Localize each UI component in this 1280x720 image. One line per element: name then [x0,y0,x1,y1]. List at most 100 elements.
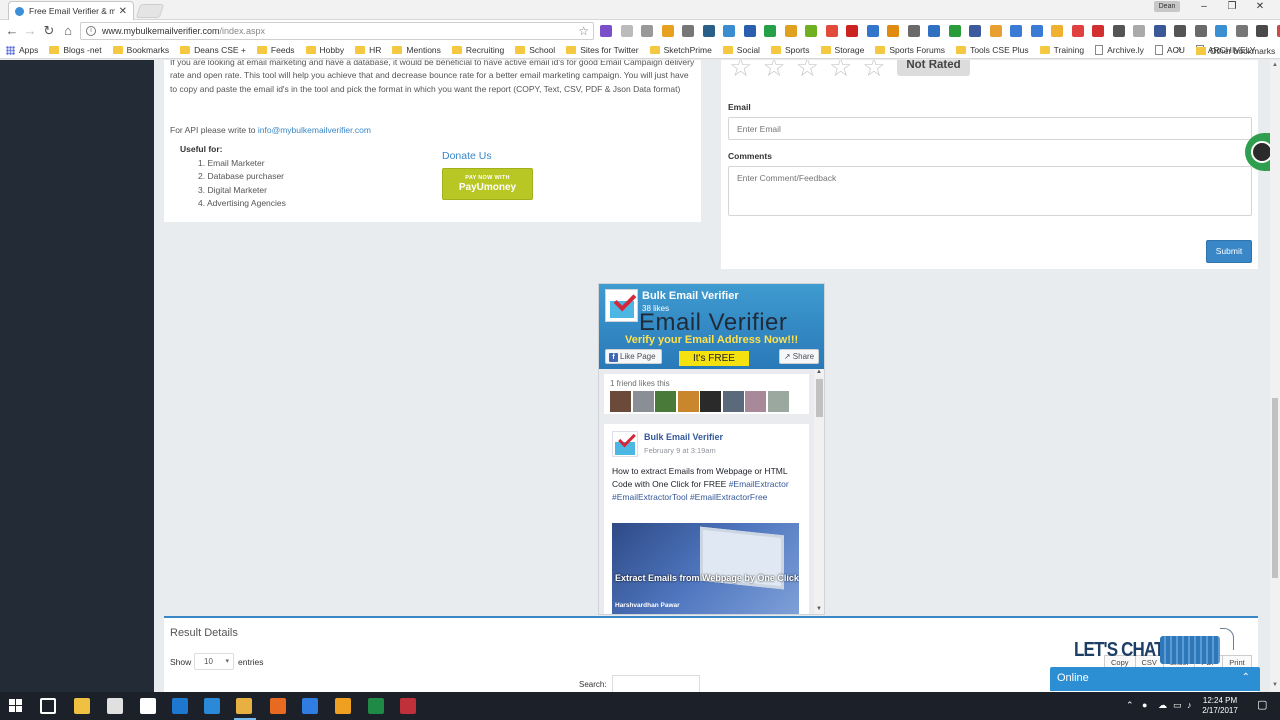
page-scroll-down-icon[interactable]: ▼ [1272,682,1278,688]
email-field[interactable] [728,117,1252,140]
tray-overflow-chevron-icon[interactable]: ⌃ [1126,700,1134,711]
rating-star-icon[interactable]: ☆ [762,60,785,80]
extension-icon[interactable] [948,25,961,37]
rating-star-icon[interactable]: ☆ [729,60,752,80]
close-window-icon[interactable]: ✕ [1250,1,1270,12]
bookmark-item[interactable]: SketchPrime [649,45,712,55]
facebook-widget-scrollbar[interactable]: ▲ ▼ [814,369,824,614]
extension-icon[interactable] [887,25,899,37]
friend-avatar[interactable] [677,391,699,412]
scrollbar-thumb[interactable] [816,379,823,417]
results-search-input[interactable] [612,675,700,692]
entries-per-page-select[interactable]: 10 [194,653,234,670]
extension-icon[interactable] [907,25,920,37]
taskbar-app-icon[interactable] [335,698,351,714]
taskbar-app-icon[interactable] [204,698,220,714]
api-contact-email-link[interactable]: info@mybulkemailverifier.com [258,125,371,135]
taskbar-app-icon[interactable] [400,698,416,714]
friend-avatar[interactable] [767,391,789,412]
facebook-page-name[interactable]: Bulk Email Verifier [642,290,739,302]
bookmark-item[interactable]: Training [1039,45,1084,55]
bookmark-item[interactable]: Apps [6,45,38,55]
extension-icon[interactable] [805,25,817,37]
other-bookmarks-folder[interactable]: Other bookmarks [1196,42,1275,59]
page-scrollbar-thumb[interactable] [1272,398,1278,578]
bookmark-star-icon[interactable]: ☆ [578,24,589,38]
extension-icon[interactable] [1256,25,1268,37]
extension-icon[interactable] [1276,25,1280,37]
post-timestamp[interactable]: February 9 at 3:19am [644,446,716,455]
bookmark-item[interactable]: Tools CSE Plus [956,45,1029,55]
page-scroll-up-icon[interactable]: ▲ [1272,62,1278,68]
friend-avatar[interactable] [745,391,766,412]
site-info-icon[interactable]: i [86,26,96,36]
task-view-icon[interactable] [40,698,56,714]
reload-icon[interactable]: ↻ [41,23,57,39]
post-image[interactable]: Extract Emails from Webpage by One Click… [612,523,799,614]
address-bar[interactable]: i www.mybulkemailverifier.com/index.aspx… [80,22,594,40]
bookmark-item[interactable]: Recruiting [451,45,504,55]
submit-feedback-button[interactable]: Submit [1206,240,1252,263]
maximize-window-icon[interactable]: ❐ [1222,1,1242,12]
tray-app-icon[interactable]: ● [1142,700,1147,710]
taskbar-app-icon[interactable] [74,698,90,714]
extension-icon[interactable] [1010,25,1022,37]
bookmark-item[interactable]: Storage [820,45,864,55]
live-chat-bar[interactable]: Online ⌃ [1050,667,1260,691]
bookmark-item[interactable]: Sites for Twitter [566,45,639,55]
extension-icon[interactable] [1092,25,1104,37]
extension-icon[interactable] [1194,25,1207,37]
scroll-down-arrow-icon[interactable]: ▼ [816,606,822,612]
scroll-up-arrow-icon[interactable]: ▲ [816,369,822,375]
facebook-like-page-button[interactable]: f Like Page [605,349,662,364]
chrome-profile-button[interactable]: Dean [1154,1,1180,12]
extension-icon[interactable] [1133,25,1145,37]
extension-icon[interactable] [1153,25,1166,37]
taskbar-app-icon[interactable] [140,698,156,714]
minimize-window-icon[interactable]: – [1194,1,1214,12]
chevron-up-icon[interactable]: ⌃ [1242,672,1250,683]
bookmark-item[interactable]: Archive.ly [1095,45,1144,55]
extension-icon[interactable] [989,25,1002,37]
comments-textarea[interactable] [728,166,1252,216]
extension-icon[interactable] [1112,25,1125,37]
payumoney-donate-button[interactable]: PAY NOW WITH PayUmoney [442,168,533,200]
friend-avatar[interactable] [610,391,631,412]
friend-avatar[interactable] [632,391,654,412]
bookmark-item[interactable]: Sports [770,45,810,55]
bookmark-item[interactable]: HR [355,45,381,55]
rating-star-icon[interactable]: ☆ [829,60,852,80]
onedrive-cloud-icon[interactable]: ☁ [1158,700,1167,711]
network-icon[interactable]: ▭ [1173,700,1182,711]
system-clock[interactable]: 12:24 PM 2/17/2017 [1196,696,1244,716]
bookmark-item[interactable]: Feeds [256,45,295,55]
extension-icon[interactable] [723,25,735,37]
post-author-name[interactable]: Bulk Email Verifier [644,432,723,442]
taskbar-app-icon[interactable] [236,698,252,714]
browser-tab-active[interactable]: Free Email Verifier & mai ✕ [8,1,134,20]
extension-icon[interactable] [641,25,653,37]
extension-icon[interactable] [969,25,981,37]
windows-start-icon[interactable] [9,699,22,712]
back-arrow-icon[interactable]: ← [4,23,20,39]
taskbar-app-icon[interactable] [368,698,384,714]
home-icon[interactable]: ⌂ [60,23,76,39]
rating-star-icon[interactable]: ☆ [862,60,885,80]
bookmarks-overflow-chevron-icon[interactable]: » [1176,44,1182,55]
extension-icon[interactable] [784,25,797,37]
bookmark-item[interactable]: Deans CSE + [180,45,246,55]
extension-icon[interactable] [620,25,633,37]
bookmark-item[interactable]: Sports Forums [875,45,945,55]
extension-icon[interactable] [764,25,776,37]
extension-icon[interactable] [825,25,838,37]
new-tab-button[interactable] [135,4,165,18]
extension-icon[interactable] [600,25,612,37]
bookmark-item[interactable]: Bookmarks [112,45,169,55]
page-scrollbar[interactable]: ▲ ▼ [1270,60,1280,692]
extension-icon[interactable] [743,25,756,37]
lets-chat-banner[interactable]: LET'S CHAT [1074,628,1240,668]
taskbar-app-icon[interactable] [172,698,188,714]
friend-avatar[interactable] [700,391,721,412]
extension-icon[interactable] [661,25,674,37]
extension-icon[interactable] [1174,25,1186,37]
